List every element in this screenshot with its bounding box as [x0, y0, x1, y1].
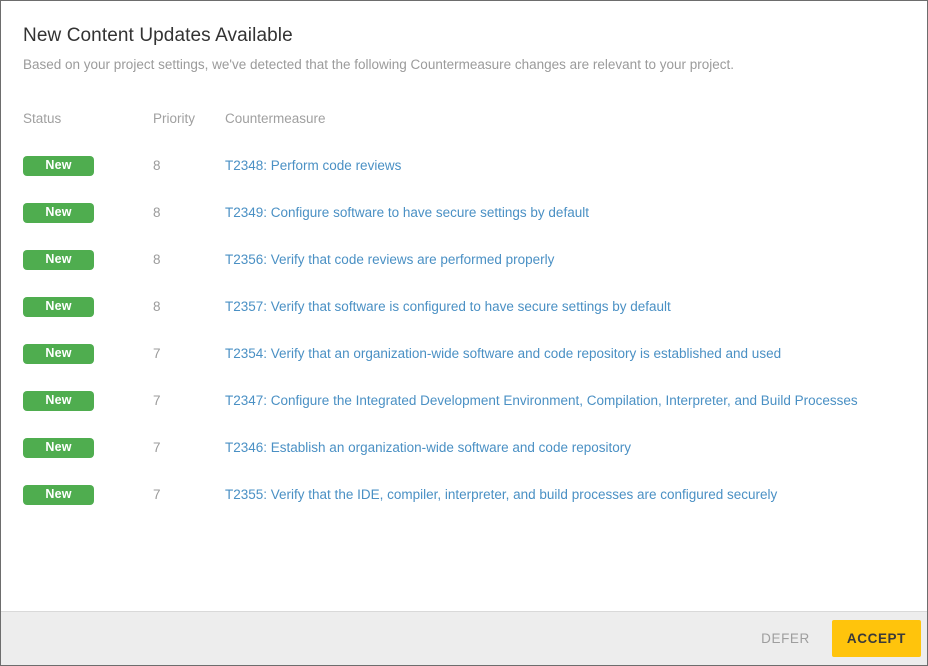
page-subtitle: Based on your project settings, we've de…	[23, 55, 905, 75]
priority-cell: 8	[139, 142, 225, 189]
countermeasure-cell: T2357: Verify that software is configure…	[225, 283, 905, 330]
countermeasure-link[interactable]: T2347: Configure the Integrated Developm…	[225, 393, 858, 408]
status-badge: New	[23, 250, 94, 270]
countermeasure-cell: T2348: Perform code reviews	[225, 142, 905, 189]
countermeasure-link[interactable]: T2346: Establish an organization-wide so…	[225, 440, 631, 455]
table-header: Status Priority Countermeasure	[23, 111, 905, 142]
table-row: New 7T2347: Configure the Integrated Deve…	[23, 377, 905, 424]
countermeasure-link[interactable]: T2356: Verify that code reviews are perf…	[225, 252, 554, 267]
status-cell: New	[23, 424, 139, 471]
countermeasure-link[interactable]: T2349: Configure software to have secure…	[225, 205, 589, 220]
table-row: New 8T2349: Configure software to have se…	[23, 189, 905, 236]
dialog-body: New Content Updates Available Based on y…	[1, 1, 927, 611]
status-badge: New	[23, 485, 94, 505]
status-cell: New	[23, 142, 139, 189]
table-row: New 7T2354: Verify that an organization-w…	[23, 330, 905, 377]
priority-cell: 8	[139, 236, 225, 283]
countermeasure-link[interactable]: T2357: Verify that software is configure…	[225, 299, 671, 314]
priority-cell: 7	[139, 330, 225, 377]
accept-button[interactable]: ACCEPT	[832, 620, 921, 657]
status-badge: New	[23, 203, 94, 223]
countermeasure-link[interactable]: T2348: Perform code reviews	[225, 158, 401, 173]
countermeasure-cell: T2355: Verify that the IDE, compiler, in…	[225, 471, 905, 518]
status-badge: New	[23, 438, 94, 458]
column-header-countermeasure: Countermeasure	[225, 111, 905, 142]
status-badge: New	[23, 391, 94, 411]
status-cell: New	[23, 236, 139, 283]
table-row: New 7T2346: Establish an organization-wid…	[23, 424, 905, 471]
priority-cell: 7	[139, 471, 225, 518]
countermeasure-cell: T2354: Verify that an organization-wide …	[225, 330, 905, 377]
status-cell: New	[23, 471, 139, 518]
table-row: New 8T2357: Verify that software is confi…	[23, 283, 905, 330]
content-updates-dialog: New Content Updates Available Based on y…	[0, 0, 928, 666]
table-body: New8T2348: Perform code reviewsNew8T2349…	[23, 142, 905, 518]
dialog-footer: DEFER ACCEPT	[1, 611, 927, 665]
table-header-row: Status Priority Countermeasure	[23, 111, 905, 142]
countermeasure-link[interactable]: T2355: Verify that the IDE, compiler, in…	[225, 487, 777, 502]
status-badge: New	[23, 344, 94, 364]
status-badge: New	[23, 297, 94, 317]
status-cell: New	[23, 377, 139, 424]
table-row: New 8T2348: Perform code reviews	[23, 142, 905, 189]
priority-cell: 8	[139, 189, 225, 236]
table-row: New 7T2355: Verify that the IDE, compiler…	[23, 471, 905, 518]
priority-cell: 7	[139, 377, 225, 424]
countermeasure-cell: T2346: Establish an organization-wide so…	[225, 424, 905, 471]
status-badge: New	[23, 156, 94, 176]
priority-cell: 7	[139, 424, 225, 471]
status-cell: New	[23, 330, 139, 377]
table-row: New 8T2356: Verify that code reviews are …	[23, 236, 905, 283]
status-cell: New	[23, 189, 139, 236]
countermeasure-link[interactable]: T2354: Verify that an organization-wide …	[225, 346, 781, 361]
status-cell: New	[23, 283, 139, 330]
priority-cell: 8	[139, 283, 225, 330]
defer-button[interactable]: DEFER	[747, 622, 824, 655]
column-header-status: Status	[23, 111, 139, 142]
countermeasure-cell: T2347: Configure the Integrated Developm…	[225, 377, 905, 424]
column-header-priority: Priority	[139, 111, 225, 142]
page-title: New Content Updates Available	[23, 23, 905, 49]
updates-table: Status Priority Countermeasure New8T2348…	[23, 111, 905, 518]
countermeasure-cell: T2349: Configure software to have secure…	[225, 189, 905, 236]
countermeasure-cell: T2356: Verify that code reviews are perf…	[225, 236, 905, 283]
